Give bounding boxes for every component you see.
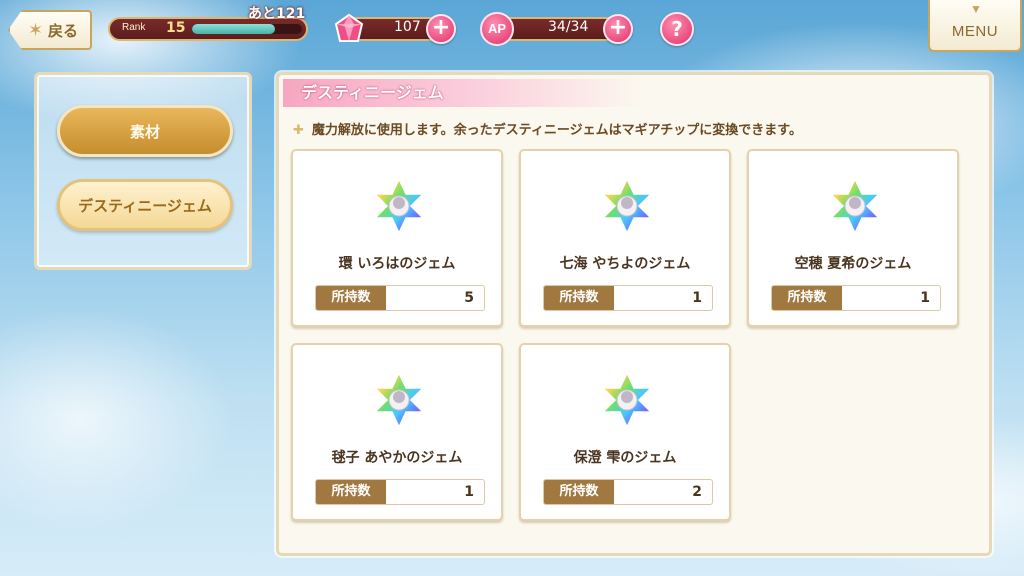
gem-card[interactable]: 空穂 夏希のジェム 所持数 1 <box>747 149 959 327</box>
destiny-gem-icon <box>373 371 425 429</box>
owned-count-label: 所持数 <box>544 286 614 310</box>
menu-label: MENU <box>951 23 999 40</box>
pink-gem-icon <box>334 13 364 42</box>
ap-value: 34/34 <box>548 19 589 35</box>
panel-description: ✚ 魔力解放に使用します。余ったデスティニージェムはマギアチップに変換できます。 <box>293 119 802 138</box>
destiny-gem-icon <box>373 177 425 235</box>
owned-count-value: 5 <box>464 290 474 306</box>
crown-icon: ▼ <box>970 2 983 16</box>
rank-value: 15 <box>166 20 186 36</box>
owned-count-value: 1 <box>920 290 930 306</box>
rank-label: Rank <box>122 22 146 33</box>
gem-count: 107 <box>394 19 421 35</box>
rank-exp-bar-fill <box>192 24 275 34</box>
sparkle-icon: ✶ <box>28 20 44 41</box>
category-sidebar: 素材 デスティニージェム <box>34 72 252 270</box>
help-button[interactable]: ? <box>660 12 694 46</box>
tab-destiny-gems-label: デスティニージェム <box>78 196 212 215</box>
menu-button[interactable]: ▼ MENU <box>928 0 1022 52</box>
tab-materials-label: 素材 <box>129 122 160 141</box>
buy-gems-plus-button[interactable]: + <box>426 14 456 44</box>
gem-card[interactable]: 七海 やちよのジェム 所持数 1 <box>519 149 731 327</box>
owned-count-value: 1 <box>692 290 702 306</box>
owned-count-value: 1 <box>464 484 474 500</box>
owned-count-label: 所持数 <box>772 286 842 310</box>
owned-count-label: 所持数 <box>316 480 386 504</box>
tab-destiny-gems[interactable]: デスティニージェム <box>57 179 233 231</box>
gem-name: 環 いろはのジェム <box>338 256 456 272</box>
description-text: 魔力解放に使用します。余ったデスティニージェムはマギアチップに変換できます。 <box>311 123 803 138</box>
back-button[interactable]: ✶ 戻る <box>8 10 92 50</box>
cross-ornament-icon: ✚ <box>293 123 304 138</box>
rank-next-text: あと121 <box>248 6 306 22</box>
gem-card[interactable]: 保澄 雫のジェム 所持数 2 <box>519 343 731 521</box>
owned-count: 所持数 1 <box>315 479 485 505</box>
gem-card[interactable]: 環 いろはのジェム 所持数 5 <box>291 149 503 327</box>
ap-icon: AP <box>480 12 514 46</box>
rank-exp-bar <box>192 24 302 34</box>
owned-count: 所持数 1 <box>771 285 941 311</box>
gem-name: 空穂 夏希のジェム <box>794 256 912 272</box>
gem-name: 七海 やちよのジェム <box>559 256 691 272</box>
recover-ap-plus-button[interactable]: + <box>603 14 633 44</box>
gem-card[interactable]: 毬子 あやかのジェム 所持数 1 <box>291 343 503 521</box>
destiny-gem-icon <box>601 177 653 235</box>
destiny-gem-icon <box>829 177 881 235</box>
gem-name: 毬子 あやかのジェム <box>331 450 463 466</box>
destiny-gem-icon <box>601 371 653 429</box>
owned-count: 所持数 2 <box>543 479 713 505</box>
panel-title: デスティニージェム <box>283 79 643 107</box>
owned-count: 所持数 1 <box>543 285 713 311</box>
owned-count-value: 2 <box>692 484 702 500</box>
owned-count: 所持数 5 <box>315 285 485 311</box>
back-label: 戻る <box>47 21 78 40</box>
owned-count-label: 所持数 <box>316 286 386 310</box>
destiny-gem-panel: デスティニージェム ✚ 魔力解放に使用します。余ったデスティニージェムはマギアチッ… <box>276 72 992 556</box>
owned-count-label: 所持数 <box>544 480 614 504</box>
gem-name: 保澄 雫のジェム <box>573 450 677 466</box>
tab-materials[interactable]: 素材 <box>57 105 233 157</box>
